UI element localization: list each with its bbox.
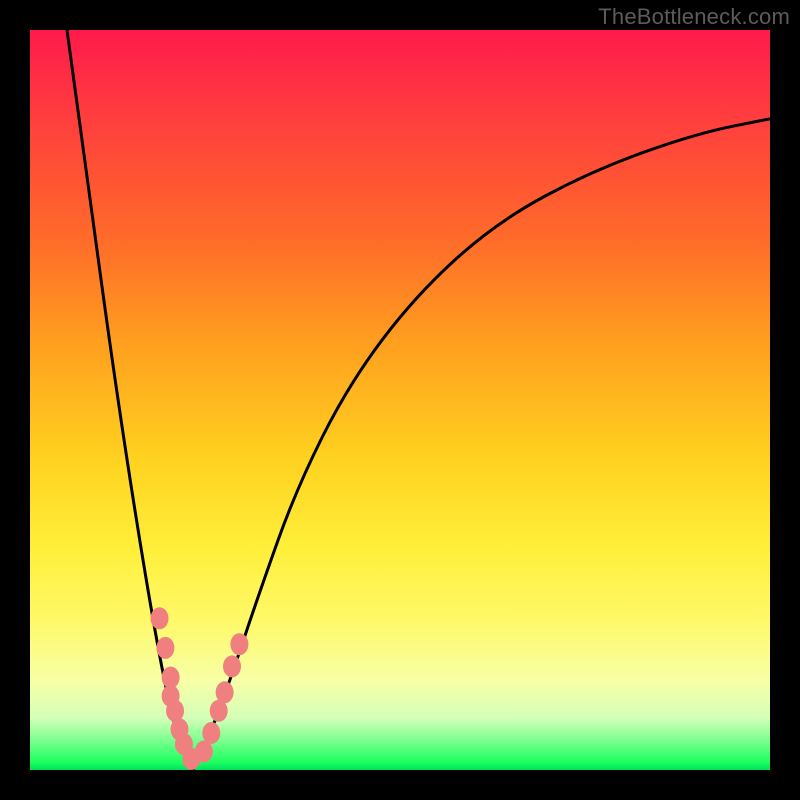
watermark-text: TheBottleneck.com (598, 4, 790, 30)
data-marker (202, 722, 220, 744)
bottleneck-curve (67, 30, 770, 770)
data-marker (223, 655, 241, 677)
data-marker (151, 607, 169, 629)
data-markers (151, 607, 249, 770)
chart-frame: TheBottleneck.com (0, 0, 800, 800)
curve-layer (30, 30, 770, 770)
data-marker (216, 681, 234, 703)
curve-right-branch (193, 119, 770, 770)
curve-left-branch (67, 30, 193, 770)
data-marker (156, 637, 174, 659)
data-marker (230, 633, 248, 655)
plot-area (30, 30, 770, 770)
data-marker (166, 700, 184, 722)
